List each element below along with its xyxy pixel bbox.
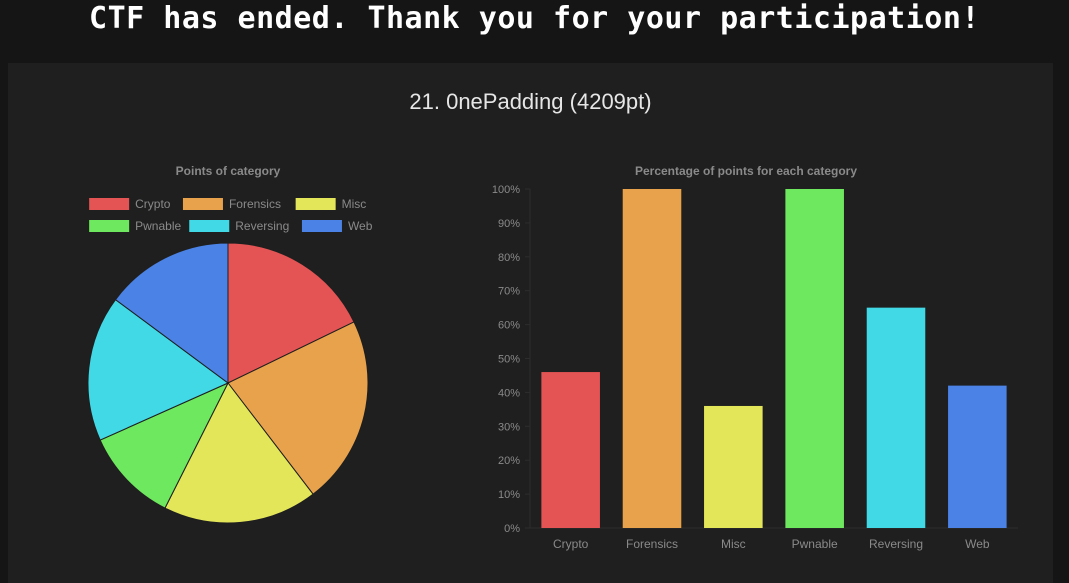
bar-forensics[interactable] bbox=[622, 189, 682, 528]
bar-y-tick-label: 30% bbox=[498, 421, 520, 433]
points-by-category-pie-chart: Points of category Crypto Forensics Misc Pw… bbox=[87, 164, 373, 524]
pie-legend-item-pwnable[interactable]: Pwnable bbox=[89, 219, 182, 233]
bar-web[interactable] bbox=[948, 385, 1007, 528]
ctf-ended-banner: CTF has ended. Thank you for your partic… bbox=[89, 1, 980, 36]
bar-x-tick-label-web: Web bbox=[965, 537, 990, 551]
pie-legend-item-forensics[interactable]: Forensics bbox=[182, 197, 281, 211]
bar-crypto[interactable] bbox=[541, 372, 600, 528]
pie-slices bbox=[87, 242, 369, 524]
pie-legend-swatch-forensics bbox=[182, 198, 223, 210]
team-heading: 21. 0nePadding (4209pt) bbox=[409, 89, 652, 114]
pie-legend-item-web[interactable]: Web bbox=[301, 219, 373, 233]
bar-y-tick-label: 10% bbox=[498, 489, 520, 501]
pie-legend-label-web: Web bbox=[348, 219, 373, 233]
bar-reversing[interactable] bbox=[866, 307, 926, 528]
bar-x-tick-label-crypto: Crypto bbox=[553, 537, 589, 551]
percentage-by-category-bar-chart: Percentage of points for each category 0… bbox=[492, 164, 1018, 551]
bar-y-tick-label: 0% bbox=[504, 523, 520, 535]
pie-legend-label-crypto: Crypto bbox=[135, 197, 171, 211]
pie-legend-swatch-reversing bbox=[189, 220, 230, 232]
pie-legend-swatch-misc bbox=[295, 198, 336, 210]
pie-legend-item-reversing[interactable]: Reversing bbox=[189, 219, 289, 233]
bar-misc[interactable] bbox=[704, 405, 763, 528]
bar-y-tick-label: 50% bbox=[498, 354, 520, 366]
pie-legend: Crypto Forensics Misc Pwnable Reversing Web bbox=[89, 197, 373, 233]
bar-y-tick-label: 90% bbox=[498, 218, 520, 230]
pie-chart-title: Points of category bbox=[176, 164, 281, 178]
pie-legend-swatch-crypto bbox=[89, 198, 130, 210]
bar-chart-title: Percentage of points for each category bbox=[635, 164, 857, 178]
pie-legend-label-reversing: Reversing bbox=[235, 219, 289, 233]
team-stats-panel: 21. 0nePadding (4209pt) Points of catego… bbox=[8, 63, 1053, 583]
pie-legend-item-misc[interactable]: Misc bbox=[295, 197, 367, 211]
bar-y-tick-label: 80% bbox=[498, 252, 520, 264]
pie-legend-swatch-pwnable bbox=[89, 220, 130, 232]
bar-x-tick-label-pwnable: Pwnable bbox=[792, 537, 838, 551]
bar-y-tick-label: 40% bbox=[498, 387, 520, 399]
pie-legend-swatch-web bbox=[301, 220, 342, 232]
pie-legend-label-misc: Misc bbox=[342, 197, 367, 211]
bar-bars bbox=[541, 189, 1007, 528]
bar-y-tick-label: 100% bbox=[492, 184, 520, 196]
bar-x-tick-label-misc: Misc bbox=[721, 537, 746, 551]
bar-pwnable[interactable] bbox=[785, 189, 844, 528]
bar-x-tick-label-reversing: Reversing bbox=[869, 537, 923, 551]
bar-y-tick-label: 60% bbox=[498, 320, 520, 332]
pie-legend-item-crypto[interactable]: Crypto bbox=[89, 197, 171, 211]
bar-x-tick-label-forensics: Forensics bbox=[626, 537, 678, 551]
pie-legend-label-pwnable: Pwnable bbox=[135, 219, 181, 233]
bar-y-tick-label: 20% bbox=[498, 455, 520, 467]
bar-y-tick-label: 70% bbox=[498, 286, 520, 298]
pie-legend-label-forensics: Forensics bbox=[229, 197, 281, 211]
